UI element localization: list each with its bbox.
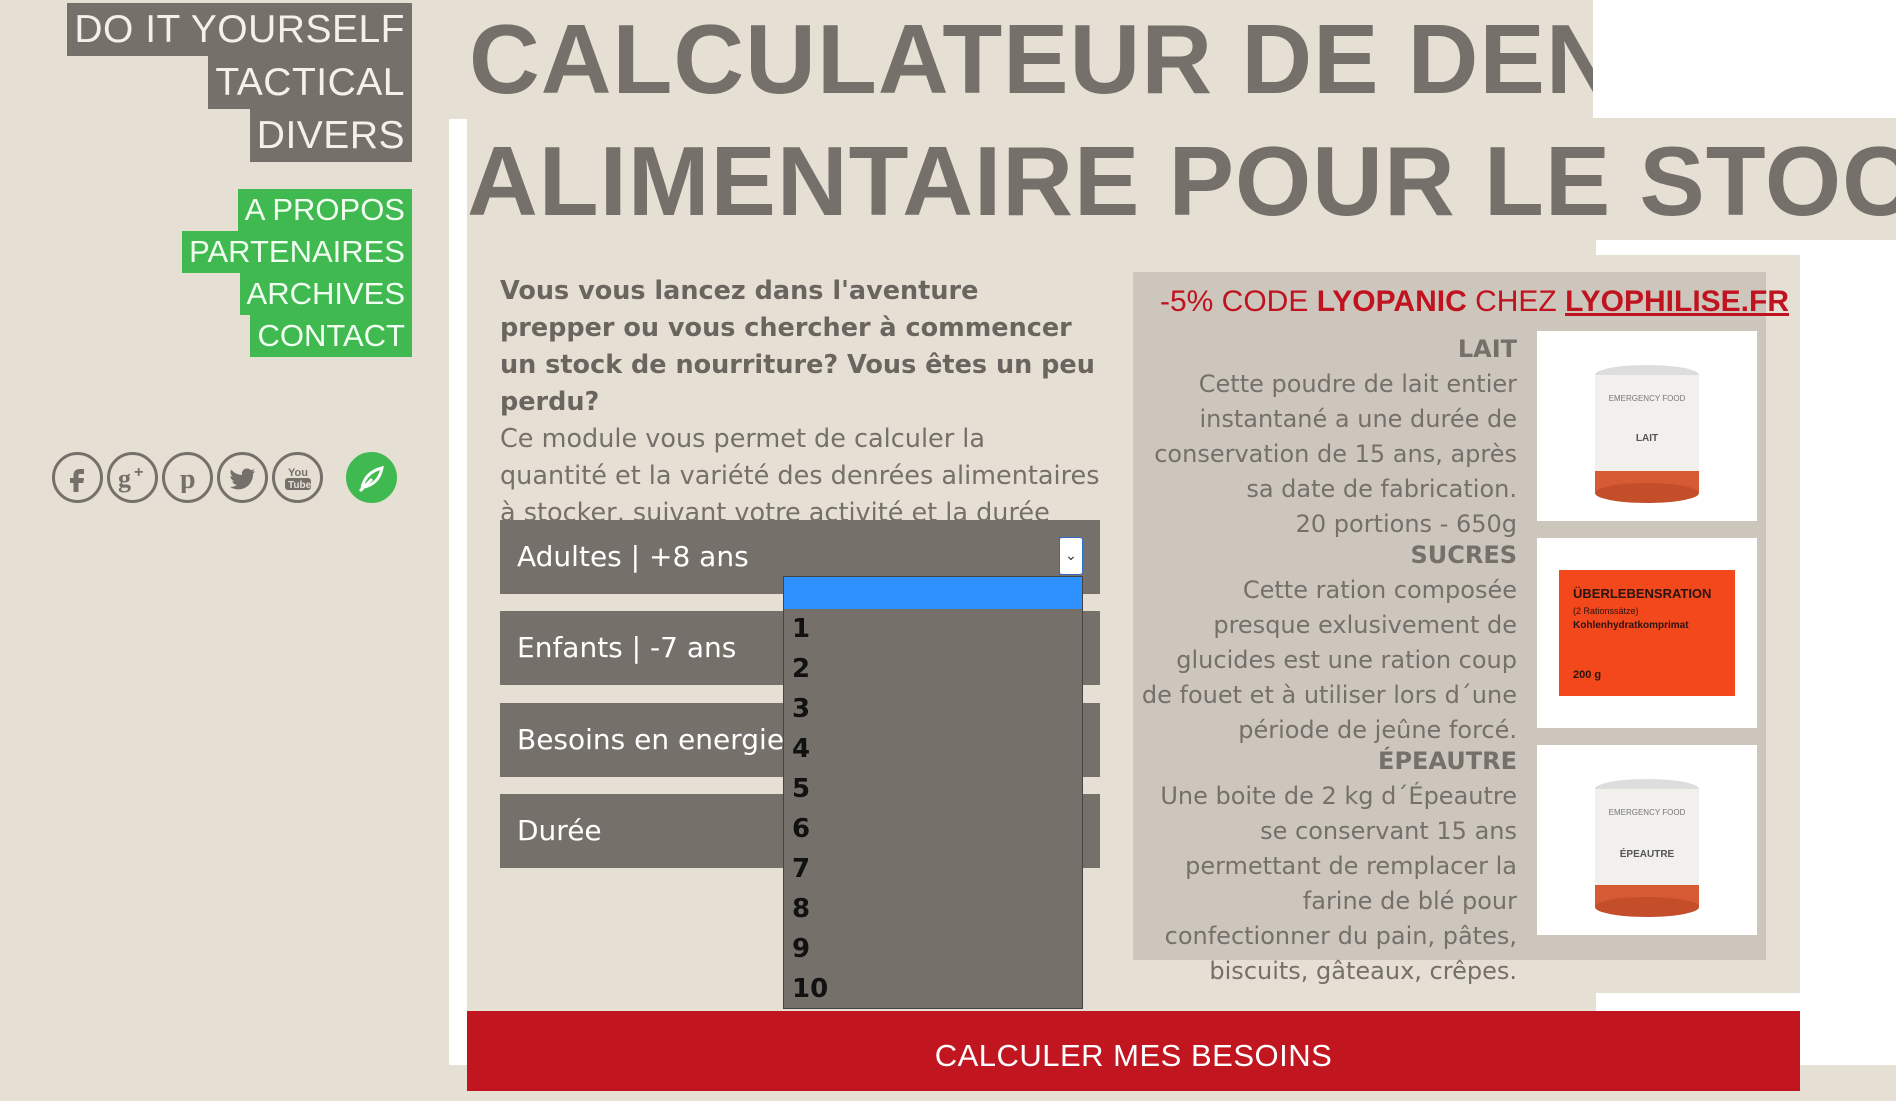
dropdown-option[interactable]: 6: [784, 809, 1082, 849]
product-image-lait[interactable]: EMERGENCY FOOD LAIT: [1537, 331, 1757, 521]
product-sucres: SUCRES Cette ration composée presque exl…: [1140, 538, 1517, 748]
nav-secondary: A PROPOS PARTENAIRES ARCHIVES CONTACT: [182, 189, 412, 357]
ration-line-2: (2 Rationssätze): [1573, 606, 1639, 616]
page-title-text-1: CALCULATEUR DE DENRÉE: [469, 4, 1593, 114]
facebook-icon[interactable]: [52, 452, 103, 503]
intro-bold: Vous vous lancez dans l'aventure prepper…: [500, 276, 1095, 417]
adultes-dropdown-list: 1 2 3 4 5 6 7 8 9 10: [783, 576, 1083, 1009]
product-title: ÉPEAUTRE: [1378, 747, 1517, 775]
leaf-logo-icon[interactable]: [346, 452, 397, 503]
page-top-right-edge: [1593, 0, 1896, 118]
dropdown-option[interactable]: 2: [784, 649, 1082, 689]
product-brand-epeautre: EMERGENCY FOOD: [1609, 808, 1686, 817]
chevron-down-icon[interactable]: ⌄: [1059, 537, 1083, 575]
ration-line-4: 200 g: [1573, 669, 1601, 681]
page-title-line-1: CALCULATEUR DE DENRÉE: [467, 0, 1593, 118]
nav-do-it-yourself[interactable]: DO IT YOURSELF: [67, 3, 412, 56]
pinterest-icon[interactable]: p: [162, 452, 213, 503]
duree-label: Durée: [517, 814, 602, 847]
product-desc: Cette poudre de lait entier instantané a…: [1154, 370, 1517, 503]
promo-middle: CHEZ: [1466, 285, 1566, 318]
product-title: SUCRES: [1410, 541, 1517, 569]
product-title: LAIT: [1457, 335, 1517, 363]
product-desc: Une boite de 2 kg d´Épeautre se conserva…: [1160, 782, 1517, 985]
page-title-line-2: ALIMENTAIRE POUR LE STOCKAGE: [467, 118, 1896, 240]
ration-line-1: ÜBERLEBENSRATION: [1573, 586, 1711, 601]
page-title-text-2: ALIMENTAIRE POUR LE STOCKAGE: [467, 126, 1896, 236]
twitter-icon[interactable]: [217, 452, 268, 503]
promo-heading: -5% CODE LYOPANIC CHEZ LYOPHILISE.FR: [1160, 282, 1789, 322]
promo-prefix: -5% CODE: [1160, 285, 1317, 318]
svg-text:Tube: Tube: [288, 480, 312, 491]
nav-tactical[interactable]: TACTICAL: [208, 56, 412, 109]
adultes-label: Adultes | +8 ans: [517, 540, 749, 573]
svg-text:+: +: [134, 464, 143, 481]
product-extra: 20 portions - 650g: [1295, 510, 1517, 538]
product-label-epeautre: ÉPEAUTRE: [1620, 847, 1675, 860]
product-epeautre: ÉPEAUTRE Une boite de 2 kg d´Épeautre se…: [1140, 744, 1517, 989]
product-brand-lait: EMERGENCY FOOD: [1609, 394, 1686, 403]
product-image-epeautre[interactable]: EMERGENCY FOOD ÉPEAUTRE: [1537, 745, 1757, 935]
page-column-edge: [449, 119, 467, 1065]
dropdown-option[interactable]: 7: [784, 849, 1082, 889]
product-desc: Cette ration composée presque exlusiveme…: [1141, 576, 1517, 744]
product-image-sucres[interactable]: ÜBERLEBENSRATION (2 Rationssätze) Kohlen…: [1537, 538, 1757, 728]
ration-line-3: Kohlenhydratkomprimat: [1573, 620, 1689, 631]
promo-site-link[interactable]: LYOPHILISE.FR: [1565, 285, 1789, 318]
dropdown-option-empty[interactable]: [784, 577, 1082, 609]
nav-partenaires[interactable]: PARTENAIRES: [182, 231, 412, 273]
product-label-lait: LAIT: [1636, 433, 1658, 444]
nav-a-propos[interactable]: A PROPOS: [237, 189, 412, 231]
nav-archives[interactable]: ARCHIVES: [239, 273, 412, 315]
dropdown-option[interactable]: 8: [784, 889, 1082, 929]
dropdown-option[interactable]: 4: [784, 729, 1082, 769]
google-plus-icon[interactable]: g +: [107, 452, 158, 503]
youtube-icon[interactable]: You Tube: [272, 452, 323, 503]
enfants-label: Enfants | -7 ans: [517, 631, 737, 664]
nav-top: DO IT YOURSELF TACTICAL DIVERS: [67, 3, 412, 162]
calculate-button[interactable]: CALCULER MES BESOINS: [467, 1011, 1800, 1091]
dropdown-option[interactable]: 3: [784, 689, 1082, 729]
energie-label: Besoins en energie: [517, 723, 785, 756]
nav-divers[interactable]: DIVERS: [249, 109, 412, 162]
dropdown-option[interactable]: 5: [784, 769, 1082, 809]
product-lait: LAIT Cette poudre de lait entier instant…: [1140, 332, 1517, 542]
social-links: g + p You Tube: [52, 452, 397, 503]
svg-text:p: p: [180, 464, 196, 493]
dropdown-option[interactable]: 10: [784, 969, 1082, 1009]
dropdown-option[interactable]: 1: [784, 609, 1082, 649]
promo-code: LYOPANIC: [1316, 285, 1467, 318]
svg-text:You: You: [288, 467, 308, 479]
dropdown-option[interactable]: 9: [784, 929, 1082, 969]
svg-text:g: g: [118, 464, 131, 493]
nav-contact[interactable]: CONTACT: [250, 315, 412, 357]
